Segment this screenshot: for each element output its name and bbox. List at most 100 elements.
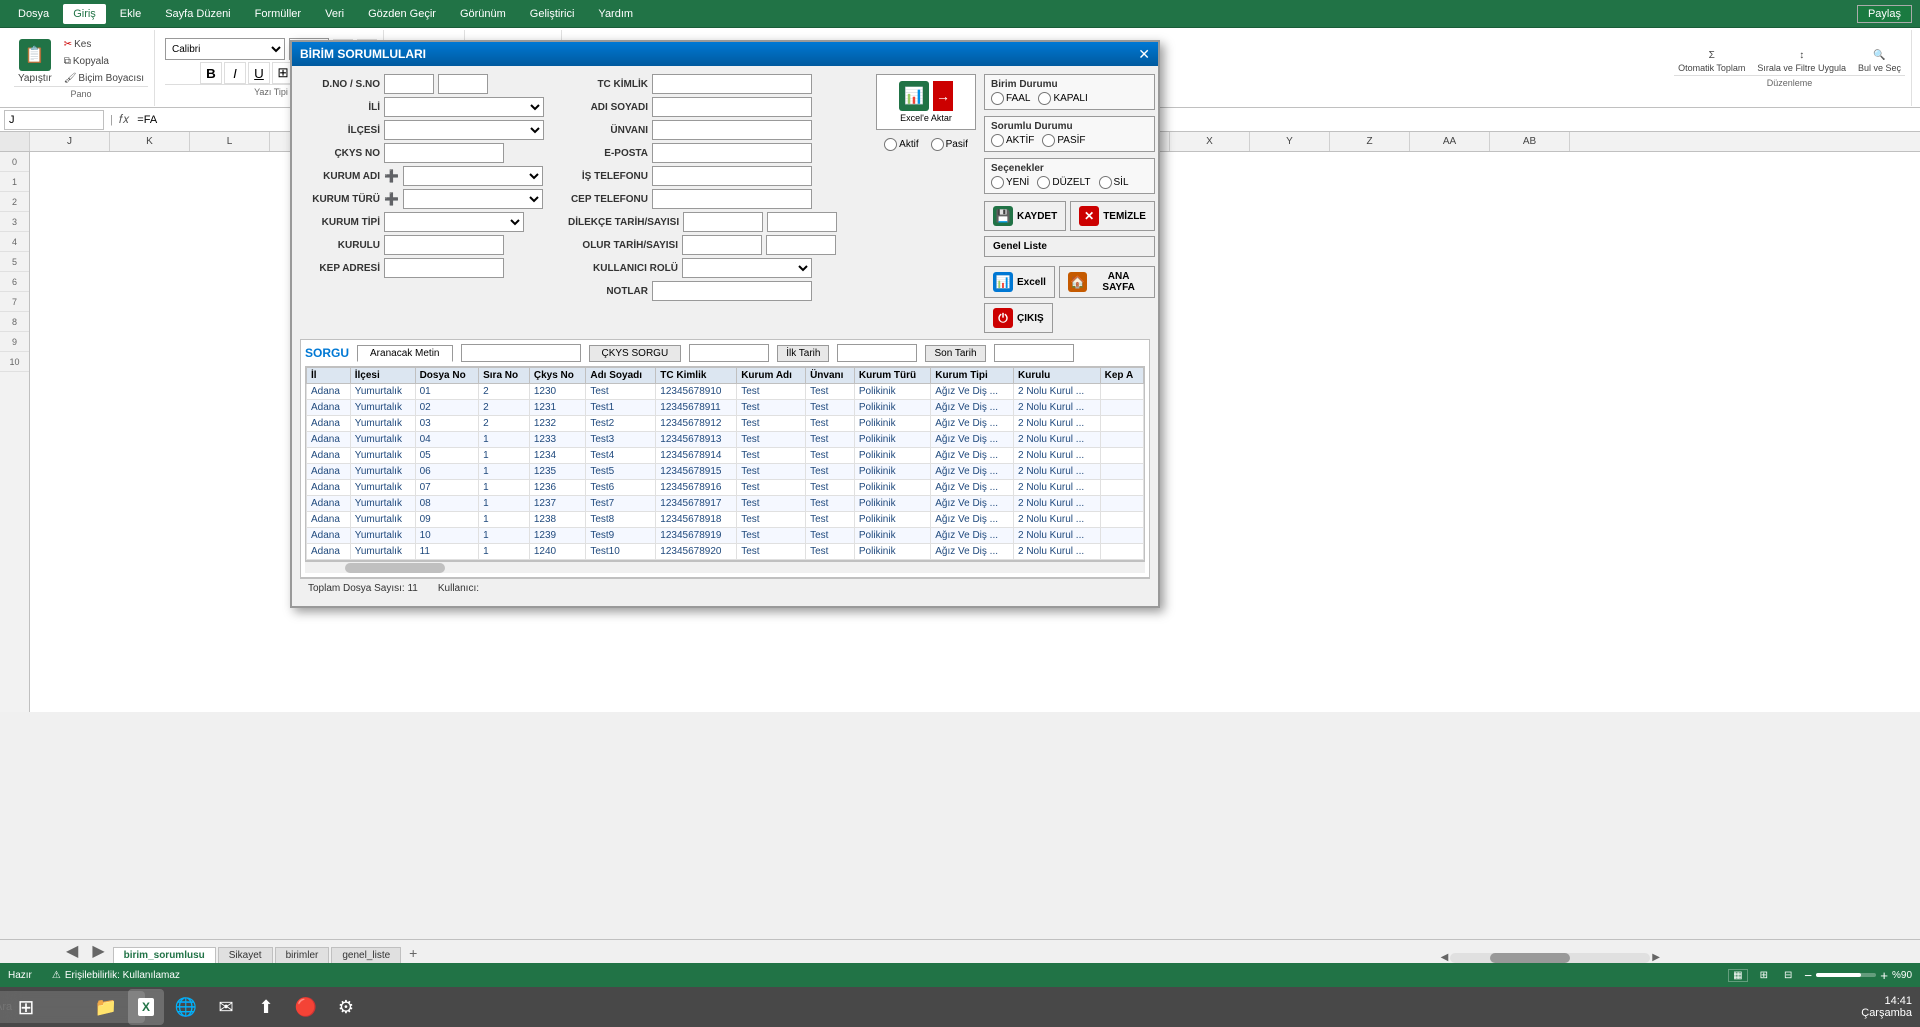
table-row[interactable]: AdanaYumurtalık0611235Test512345678915Te… <box>307 464 1144 480</box>
faal-radio-label[interactable]: FAAL <box>991 92 1030 105</box>
ckys-sorgu-input[interactable] <box>689 344 769 362</box>
kurulu-input[interactable] <box>384 235 504 255</box>
table-cell: Yumurtalık <box>350 464 415 480</box>
kurum-adi-add-icon[interactable]: ➕ <box>384 169 399 183</box>
table-cell: 2 Nolu Kurul ... <box>1014 480 1101 496</box>
taskbar-mail[interactable]: ✉ <box>208 989 244 1025</box>
sorumlu-pasif-radio[interactable] <box>1042 134 1055 147</box>
cep-input[interactable] <box>652 189 812 209</box>
taskbar-filezilla[interactable]: ⬆ <box>248 989 284 1025</box>
scroll-thumb[interactable] <box>345 563 445 573</box>
sno-input[interactable] <box>438 74 488 94</box>
excel-aktar-label: Excel'e Aktar <box>900 113 952 123</box>
kapali-radio[interactable] <box>1038 92 1051 105</box>
aktif-radio[interactable] <box>884 138 897 151</box>
son-tarih-input[interactable] <box>994 344 1074 362</box>
cikis-button[interactable]: ⏻ ÇIKIŞ <box>984 303 1053 333</box>
il-select[interactable] <box>384 97 544 117</box>
sorumlu-aktif-radio[interactable] <box>991 134 1004 147</box>
table-row[interactable]: AdanaYumurtalık0411233Test312345678913Te… <box>307 432 1144 448</box>
notlar-label: NOTLAR <box>568 286 648 297</box>
dilekce-tarih-input[interactable] <box>683 212 763 232</box>
notlar-input[interactable] <box>652 281 812 301</box>
ilce-label: İLÇESİ <box>300 125 380 136</box>
kurum-tipi-select[interactable] <box>384 212 524 232</box>
sorumlu-pasif-label[interactable]: PASİF <box>1042 134 1085 147</box>
sorumlu-aktif-label[interactable]: AKTİF <box>991 134 1034 147</box>
table-cell: Test <box>737 544 806 560</box>
taskbar: ⊞ 📁 X 🌐 ✉ ⬆ 🔴 ⚙ 14:41 Çarşamba <box>0 987 1920 1027</box>
table-cell: 1240 <box>529 544 586 560</box>
sil-radio-label[interactable]: SİL <box>1099 176 1129 189</box>
ilk-tarih-button[interactable]: İlk Tarih <box>777 345 829 362</box>
kurum-adi-select[interactable] <box>403 166 543 186</box>
taskbar-explorer[interactable]: 📁 <box>88 989 124 1025</box>
table-row[interactable]: AdanaYumurtalık0511234Test412345678914Te… <box>307 448 1144 464</box>
table-cell: 1231 <box>529 400 586 416</box>
ana-sayfa-button[interactable]: 🏠 ANA SAYFA <box>1059 266 1155 298</box>
cikis-icon: ⏻ <box>993 308 1013 328</box>
aktif-radio-label[interactable]: Aktif <box>884 138 918 151</box>
pasif-radio[interactable] <box>931 138 944 151</box>
ilce-select[interactable] <box>384 120 544 140</box>
pasif-radio-label[interactable]: Pasif <box>931 138 968 151</box>
taskbar-chrome[interactable]: 🔴 <box>288 989 324 1025</box>
yeni-radio-label[interactable]: YENİ <box>991 176 1029 189</box>
table-scroll-bar[interactable] <box>305 561 1145 573</box>
table-cell: 1 <box>479 464 530 480</box>
kep-input[interactable] <box>384 258 504 278</box>
table-row[interactable]: AdanaYumurtalık0121230Test12345678910Tes… <box>307 384 1144 400</box>
excel-aktar-button[interactable]: 📊 → Excel'e Aktar <box>876 74 976 130</box>
modal-close-button[interactable]: ✕ <box>1138 46 1150 63</box>
sorgu-tab-ckys[interactable]: ÇKYS SORGU <box>589 345 682 362</box>
excell-button[interactable]: 📊 Excell <box>984 266 1055 298</box>
sil-radio[interactable] <box>1099 176 1112 189</box>
taskbar-settings[interactable]: ⚙ <box>328 989 364 1025</box>
duzel-radio[interactable] <box>1037 176 1050 189</box>
son-tarih-button[interactable]: Son Tarih <box>925 345 985 362</box>
genel-liste-button[interactable]: Genel Liste <box>984 236 1155 257</box>
yeni-radio[interactable] <box>991 176 1004 189</box>
temizle-button[interactable]: ✕ TEMİZLE <box>1070 201 1155 231</box>
table-row[interactable]: AdanaYumurtalık1011239Test912345678919Te… <box>307 528 1144 544</box>
eposta-input[interactable] <box>652 143 812 163</box>
sorgu-header: SORGU Aranacak Metin ÇKYS SORGU İlk Tari… <box>305 344 1145 362</box>
kurum-turu-add-icon[interactable]: ➕ <box>384 192 399 206</box>
taskbar-search-icon[interactable] <box>48 989 84 1025</box>
kapali-radio-label[interactable]: KAPALI <box>1038 92 1087 105</box>
kullanici-rolu-select[interactable] <box>682 258 812 278</box>
adi-input[interactable] <box>652 97 812 117</box>
table-cell: 1239 <box>529 528 586 544</box>
table-row[interactable]: AdanaYumurtalık0911238Test812345678918Te… <box>307 512 1144 528</box>
kaydet-button[interactable]: 💾 KAYDET <box>984 201 1066 231</box>
sorgu-text-input[interactable] <box>461 344 581 362</box>
olur-sayi-input[interactable] <box>766 235 836 255</box>
table-row[interactable]: AdanaYumurtalık0221231Test112345678911Te… <box>307 400 1144 416</box>
tc-input[interactable] <box>652 74 812 94</box>
table-row[interactable]: AdanaYumurtalık0321232Test212345678912Te… <box>307 416 1144 432</box>
table-cell: 2 Nolu Kurul ... <box>1014 432 1101 448</box>
is-tel-row: İŞ TELEFONU <box>568 166 868 186</box>
cikis-row: ⏻ ÇIKIŞ <box>984 303 1155 333</box>
faal-radio[interactable] <box>991 92 1004 105</box>
taskbar-edge[interactable]: 🌐 <box>168 989 204 1025</box>
table-row[interactable]: AdanaYumurtalık0811237Test712345678917Te… <box>307 496 1144 512</box>
sorgu-tab-metin[interactable]: Aranacak Metin <box>357 345 452 362</box>
ckys-input[interactable] <box>384 143 504 163</box>
table-cell: Polikinik <box>854 384 930 400</box>
table-row[interactable]: AdanaYumurtalık1111240Test1012345678920T… <box>307 544 1144 560</box>
table-cell-kep <box>1100 544 1143 560</box>
duzel-radio-label[interactable]: DÜZELT <box>1037 176 1090 189</box>
olur-tarih-input[interactable] <box>682 235 762 255</box>
kurum-turu-select[interactable] <box>403 189 543 209</box>
is-tel-input[interactable] <box>652 166 812 186</box>
dilekce-sayi-input[interactable] <box>767 212 837 232</box>
dno-input[interactable] <box>384 74 434 94</box>
ilk-tarih-input[interactable] <box>837 344 917 362</box>
table-cell: 2 Nolu Kurul ... <box>1014 512 1101 528</box>
table-container[interactable]: İl İlçesi Dosya No Sıra No Çkys No Adı S… <box>305 366 1145 561</box>
table-cell: Yumurtalık <box>350 432 415 448</box>
taskbar-excel-icon[interactable]: X <box>128 989 164 1025</box>
unvan-input[interactable] <box>652 120 812 140</box>
table-row[interactable]: AdanaYumurtalık0711236Test612345678916Te… <box>307 480 1144 496</box>
